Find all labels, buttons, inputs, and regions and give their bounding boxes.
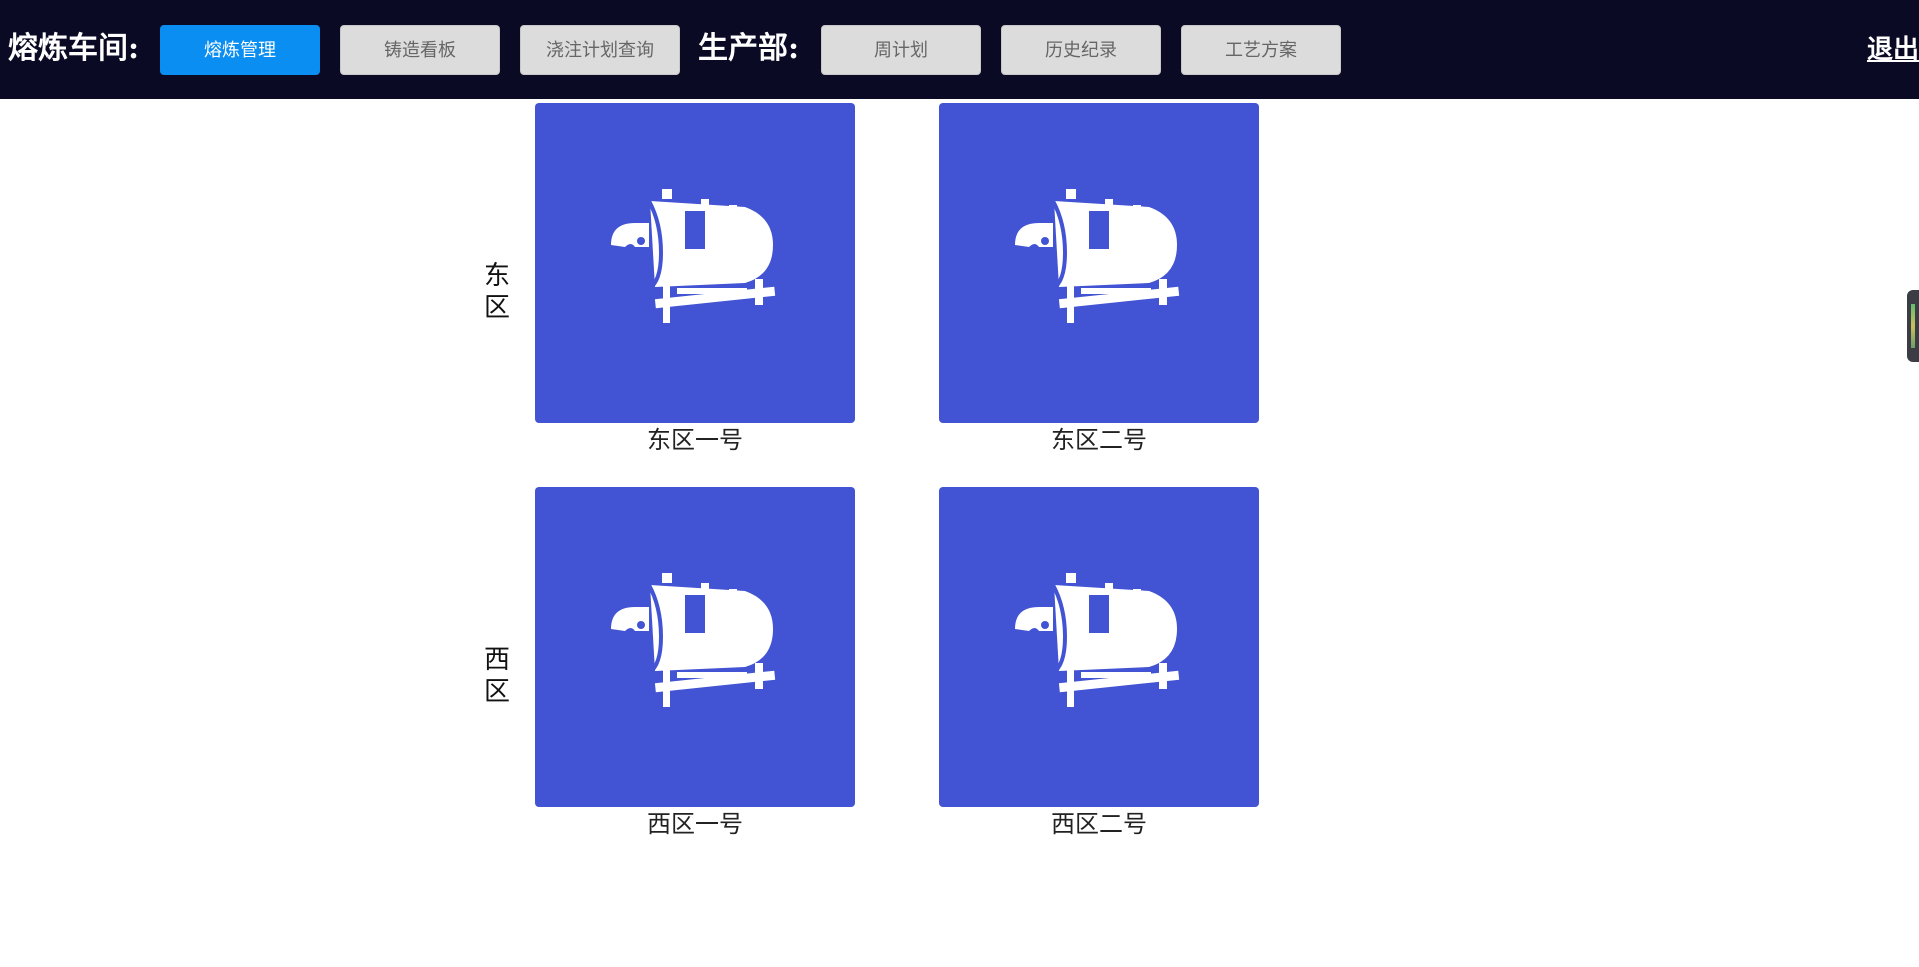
furnace-tile-east-2[interactable] [939, 103, 1259, 423]
nav-button-weekly-plan[interactable]: 周计划 [821, 25, 981, 75]
zone-label-west: 西区 [483, 645, 510, 707]
nav-button-process-plan[interactable]: 工艺方案 [1181, 25, 1341, 75]
boiler-icon [611, 573, 776, 707]
nav-button-pouring-plan-query[interactable]: 浇注计划查询 [520, 25, 680, 75]
side-handle-indicator [1911, 304, 1915, 348]
side-handle[interactable] [1907, 290, 1919, 362]
furnace-tile-west-1[interactable] [535, 487, 855, 807]
boiler-icon [611, 189, 776, 323]
top-navigation-bar: 熔炼车间: 熔炼管理 铸造看板 浇注计划查询 生产部: 周计划 历史纪录 工艺方… [0, 0, 1919, 99]
zone-label-east: 东区 [483, 261, 510, 323]
furnace-tile-east-1[interactable] [535, 103, 855, 423]
nav-button-casting-board[interactable]: 铸造看板 [340, 25, 500, 75]
boiler-icon [1015, 189, 1180, 323]
furnace-caption-west-2: 西区二号 [1051, 810, 1147, 838]
smelting-section-label: 熔炼车间: [8, 31, 140, 66]
nav-button-smelting-management[interactable]: 熔炼管理 [160, 25, 320, 75]
logout-link[interactable]: 退出 [1867, 30, 1919, 70]
production-section-label: 生产部: [698, 31, 800, 66]
furnace-caption-east-2: 东区二号 [1051, 426, 1147, 454]
furnace-caption-west-1: 西区一号 [647, 810, 743, 838]
boiler-icon [1015, 573, 1180, 707]
furnace-tile-west-2[interactable] [939, 487, 1259, 807]
furnace-caption-east-1: 东区一号 [647, 426, 743, 454]
nav-button-history-records[interactable]: 历史纪录 [1001, 25, 1161, 75]
